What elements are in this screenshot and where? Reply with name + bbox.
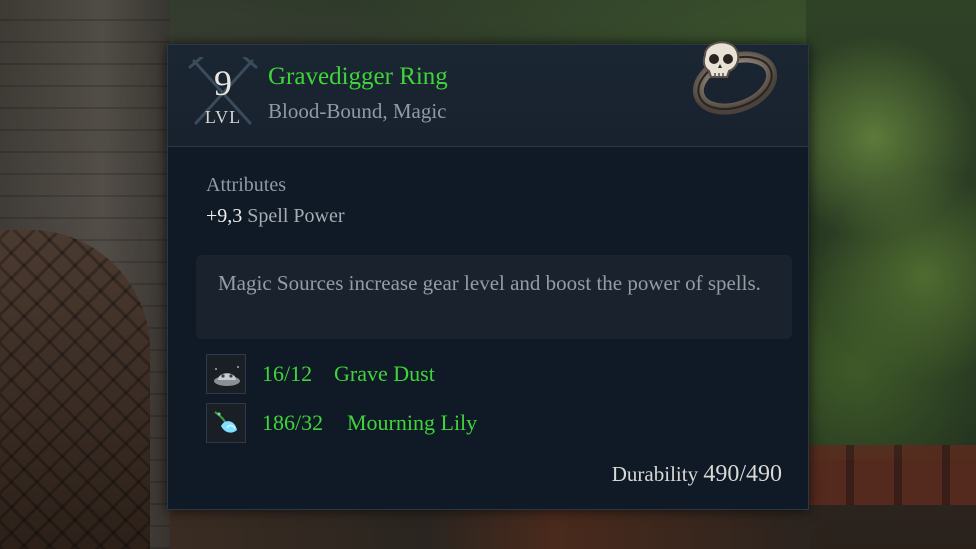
magic-sources-info: Magic Sources increase gear level and bo… [196,255,792,339]
background-ground [170,505,810,549]
level-label: LVL [204,107,242,127]
item-tooltip: 9 LVL Gravedigger Ring Blood-Bound, Magi… [167,41,809,510]
durability: Durability 490/490 [612,461,782,487]
grave-dust-icon [206,354,246,394]
magic-source-name: Mourning Lily [347,410,478,435]
background-trees [806,0,976,460]
magic-source-row: 16/12 Grave Dust [206,354,766,394]
magic-source-count: 16/12 [262,361,313,386]
magic-source-name: Grave Dust [334,361,435,386]
attribute-value: +9,3 [206,205,243,227]
level-number: 9 [214,63,232,103]
attribute-line: +9,3 Spell Power [206,204,345,228]
durability-label: Durability [611,462,699,486]
level-badge: 9 LVL [188,57,258,129]
magic-source-row: 186/32 Mourning Lily [206,403,766,443]
mourning-lily-icon [206,403,246,443]
attributes-heading: Attributes [206,174,286,196]
item-type: Blood-Bound, Magic [268,99,447,123]
item-name: Gravedigger Ring [268,63,448,90]
skull-ring-icon [683,27,783,123]
durability-value: 490/490 [703,461,782,487]
attribute-name: Spell Power [247,205,345,227]
background-banners [806,445,976,505]
magic-source-count: 186/32 [262,410,324,435]
